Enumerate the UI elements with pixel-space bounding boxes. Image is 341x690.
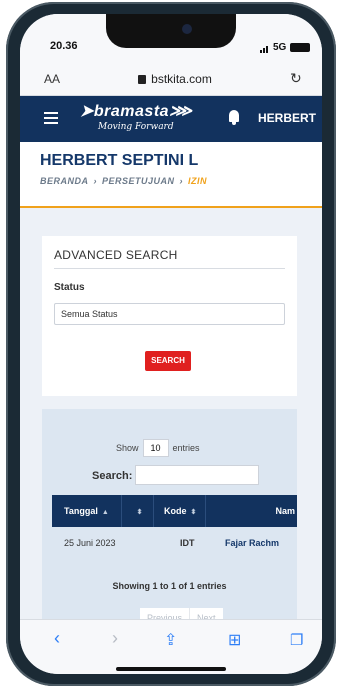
phone-frame: 20.36 5G AA bstkita.com ↻ ➤bramasta⋙ Mov…: [6, 2, 336, 686]
sort-icon: ▲: [101, 509, 109, 516]
back-icon[interactable]: ‹: [54, 628, 60, 649]
entries-select[interactable]: 10: [142, 439, 169, 457]
url-field[interactable]: bstkita.com: [120, 72, 230, 86]
url-bar[interactable]: AA bstkita.com ↻: [20, 62, 322, 96]
hamburger-icon[interactable]: [44, 112, 58, 124]
column-header-nama[interactable]: Nam: [206, 495, 297, 527]
sort-icon: ⬍: [136, 509, 143, 516]
breadcrumb-separator: ›: [93, 176, 97, 186]
page-title: HERBERT SEPTINI L: [40, 152, 199, 169]
brand-logo[interactable]: ➤bramasta⋙ Moving Forward: [80, 101, 192, 132]
url-text: bstkita.com: [151, 72, 212, 86]
battery-icon: [290, 43, 310, 52]
entries-length: Show 10 entries: [116, 439, 200, 457]
tabs-icon[interactable]: ❐: [290, 631, 303, 649]
home-indicator: [116, 667, 226, 671]
table-search-input[interactable]: [135, 465, 259, 485]
signal-icon: [260, 45, 270, 53]
table-row[interactable]: 25 Juni 2023 IDT Fajar Rachm: [52, 527, 297, 559]
sort-icon: ⬍: [190, 509, 197, 516]
status-label: Status: [54, 282, 85, 293]
column-header-kode[interactable]: Kode ⬍: [154, 495, 206, 527]
text-size-button[interactable]: AA: [44, 72, 60, 86]
breadcrumb-izin: IZIN: [188, 176, 208, 186]
status-bar: 20.36 5G: [20, 14, 322, 62]
cell-kode: IDT: [180, 538, 195, 548]
bell-icon[interactable]: [228, 110, 240, 126]
lock-icon: [138, 75, 147, 84]
cell-blank: [122, 527, 154, 559]
table-search-label: Search:: [92, 470, 133, 482]
status-time: 20.36: [50, 40, 78, 52]
forward-icon[interactable]: ›: [112, 628, 118, 649]
logo-tagline: Moving Forward: [98, 122, 174, 132]
user-menu[interactable]: HERBERT: [258, 111, 316, 125]
divider: [54, 268, 285, 269]
advanced-search-card: ADVANCED SEARCH Status Semua Status SEAR…: [42, 236, 297, 396]
table-info: Showing 1 to 1 of 1 entries: [112, 581, 227, 591]
breadcrumb: BERANDA › PERSETUJUAN › IZIN: [40, 176, 207, 186]
share-icon[interactable]: ⇪: [164, 630, 177, 650]
show-label: Show: [116, 443, 139, 453]
logo-text: bramasta: [93, 103, 170, 120]
table-header: Tanggal ▲ ⬍ Kode ⬍ Nam: [52, 495, 297, 527]
camera: [182, 24, 192, 34]
network-label: 5G: [273, 42, 287, 53]
breadcrumb-persetujuan[interactable]: PERSETUJUAN: [102, 176, 175, 186]
status-select[interactable]: Semua Status: [54, 303, 285, 325]
breadcrumb-beranda[interactable]: BERANDA: [40, 176, 89, 186]
column-header-tanggal[interactable]: Tanggal ▲: [52, 495, 122, 527]
search-button[interactable]: SEARCH: [145, 351, 191, 371]
column-header-blank[interactable]: ⬍: [122, 495, 154, 527]
breadcrumb-separator: ›: [179, 176, 184, 186]
cell-nama: Fajar Rachm: [225, 538, 280, 548]
advanced-search-title: ADVANCED SEARCH: [54, 248, 178, 262]
notch: [106, 14, 236, 48]
page-title-area: HERBERT SEPTINI L BERANDA › PERSETUJUAN › IZ…: [20, 142, 322, 208]
app-header: ➤bramasta⋙ Moving Forward HERBERT: [20, 96, 322, 142]
reload-icon[interactable]: ↻: [290, 70, 302, 87]
entries-label: entries: [172, 443, 200, 453]
phone-screen: 20.36 5G AA bstkita.com ↻ ➤bramasta⋙ Mov…: [20, 14, 322, 674]
book-icon[interactable]: ⊞: [228, 630, 241, 650]
browser-toolbar: ‹ › ⇪ ⊞ ❐: [20, 619, 322, 674]
